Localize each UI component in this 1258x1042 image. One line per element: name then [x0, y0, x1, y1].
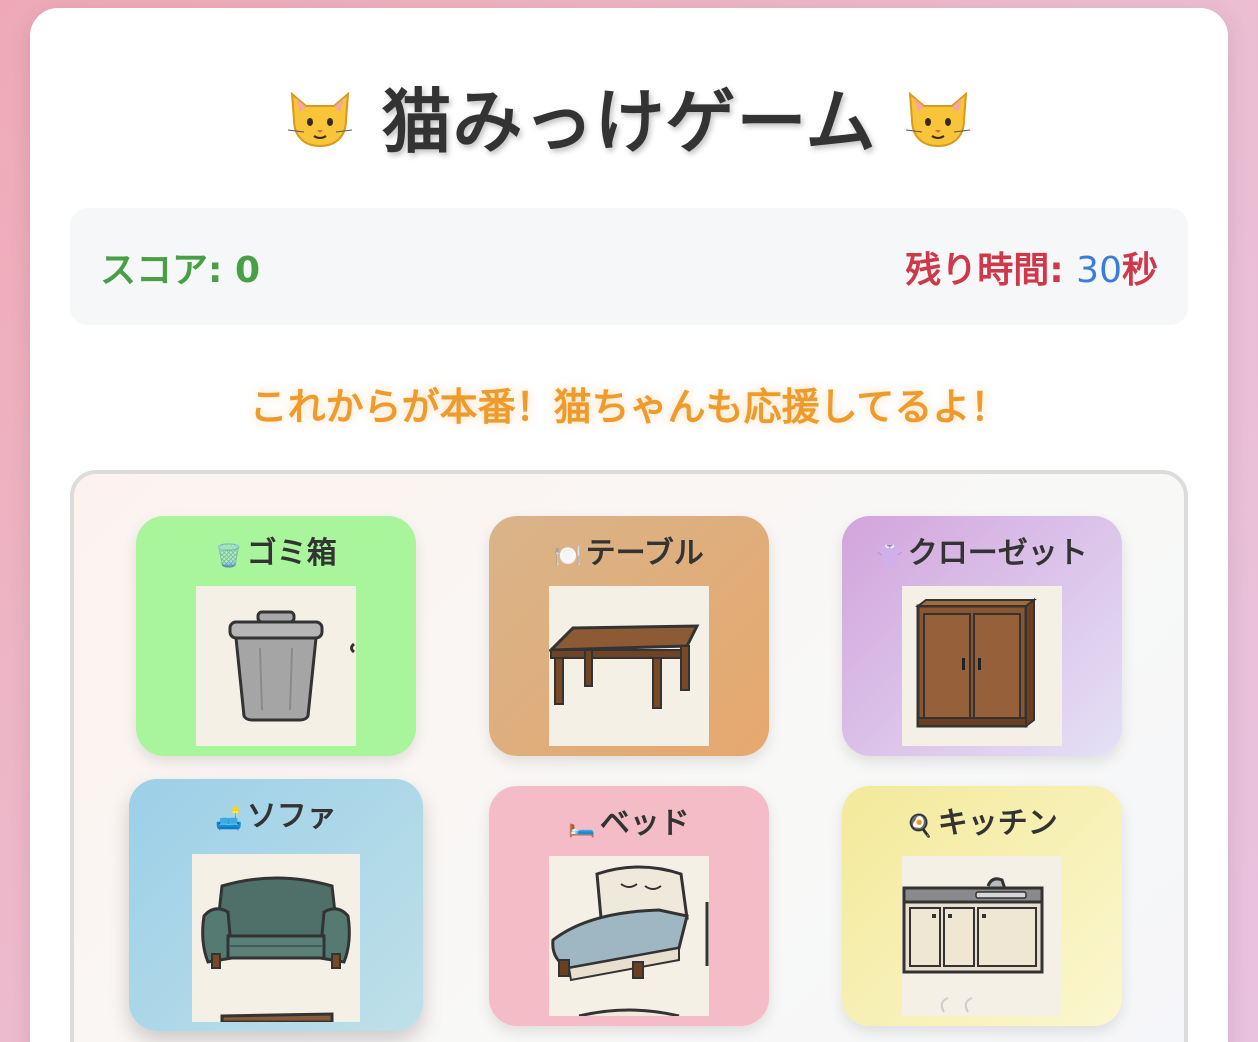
kitchen-emoji: 🍳 [906, 814, 934, 839]
tile-table[interactable]: 🍽️ テーブル [489, 516, 769, 756]
tile-label-text: ベッド [599, 806, 690, 841]
bed-icon [549, 856, 709, 1016]
encouragement-message: これからが本番！猫ちゃんも応援してるよ！ [249, 385, 1009, 429]
tile-label-text: ソファ [246, 799, 337, 834]
tile-closet[interactable]: 👚 クローゼット [842, 516, 1122, 756]
tile-label: 🛋️ ソファ [129, 791, 423, 835]
cat-face-icon [287, 91, 352, 148]
tile-label-text: テーブル [585, 536, 704, 571]
closet-emoji: 👚 [876, 544, 904, 569]
table-emoji: 🍽️ [554, 544, 582, 569]
timer-unit: 秒 [1121, 249, 1158, 291]
timer-label: 残り時間: [905, 249, 1077, 291]
trash-emoji: 🗑️ [215, 544, 243, 569]
tile-label: 🛏️ ベッド [489, 798, 769, 842]
tile-label: 🗑️ ゴミ箱 [136, 528, 416, 572]
cat-face-icon [906, 91, 971, 148]
tile-label-text: ゴミ箱 [246, 536, 337, 571]
timer-display: 残り時間: 30秒 [905, 241, 1158, 293]
bed-emoji: 🛏️ [568, 814, 596, 839]
tile-sofa[interactable]: 🛋️ ソファ [129, 779, 423, 1031]
tile-trash-can[interactable]: 🗑️ ゴミ箱 [136, 516, 416, 756]
title-row: 猫みっけゲーム [30, 66, 1228, 166]
table-icon [549, 586, 709, 746]
status-bar: スコア: 0 残り時間: 30秒 [70, 208, 1188, 325]
sofa-emoji: 🛋️ [215, 807, 243, 832]
tile-label-text: キッチン [937, 806, 1058, 841]
score-value: 0 [234, 249, 260, 291]
game-card: 猫みっけゲーム スコア: 0 残り時間: 30秒 これからが本番！猫ちゃんも応援… [30, 8, 1228, 1042]
tile-label: 🍽️ テーブル [489, 528, 769, 572]
score-label: スコア: [100, 249, 235, 291]
sofa-icon [192, 854, 360, 1022]
page-title: 猫みっけゲーム [381, 80, 877, 163]
closet-icon [902, 586, 1062, 746]
game-board: 🗑️ ゴミ箱 🍽️ テーブル 👚 クローゼット 🛋️ ソファ 🛏️ ベッド 🍳 … [70, 470, 1188, 1042]
tile-bed[interactable]: 🛏️ ベッド [489, 786, 769, 1026]
timer-value: 30 [1076, 249, 1122, 291]
score-display: スコア: 0 [100, 241, 260, 293]
trash-can-icon [196, 586, 356, 746]
tile-kitchen[interactable]: 🍳 キッチン [842, 786, 1122, 1026]
tile-label: 👚 クローゼット [842, 528, 1122, 572]
tile-label: 🍳 キッチン [842, 798, 1122, 842]
kitchen-icon [902, 856, 1062, 1016]
tile-label-text: クローゼット [907, 536, 1088, 571]
